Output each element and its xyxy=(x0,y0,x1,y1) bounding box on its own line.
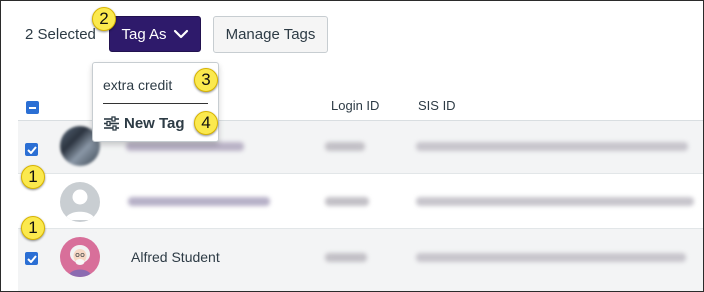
chevron-down-icon xyxy=(173,29,189,39)
menu-divider xyxy=(103,103,208,104)
student-illustration-icon xyxy=(68,245,92,277)
new-tag-label: New Tag xyxy=(124,115,185,132)
redacted-sis-id xyxy=(416,197,694,206)
callout-badge: 2 xyxy=(92,7,116,31)
table-row: Alfred Student xyxy=(18,229,703,291)
redacted-sis-id xyxy=(416,142,688,151)
redacted-sis-id xyxy=(416,253,686,262)
callout-badge: 4 xyxy=(194,111,218,135)
menu-item-new-tag[interactable]: New Tag xyxy=(103,115,185,132)
table-row xyxy=(18,174,703,229)
column-header-sis-id[interactable]: SIS ID xyxy=(418,98,456,113)
menu-item-existing-tag[interactable]: extra credit xyxy=(103,77,172,93)
select-all-checkbox[interactable] xyxy=(26,101,39,114)
student-name-link[interactable]: Alfred Student xyxy=(131,249,220,265)
callout-badge: 1 xyxy=(21,165,45,189)
manage-tags-button[interactable]: Manage Tags xyxy=(213,16,328,53)
student-avatar xyxy=(60,237,100,277)
screenshot-frame: 2 Selected Tag As Manage Tags Login ID S… xyxy=(0,0,704,292)
callout-badge: 1 xyxy=(21,216,45,240)
column-header-login-id[interactable]: Login ID xyxy=(331,98,379,113)
redacted-login-id xyxy=(325,197,369,206)
user-icon xyxy=(65,189,95,220)
row-checkbox[interactable] xyxy=(25,143,38,156)
tag-as-button[interactable]: Tag As xyxy=(109,16,201,52)
tag-as-label: Tag As xyxy=(121,25,167,43)
redacted-name xyxy=(126,142,244,151)
default-user-avatar xyxy=(60,182,100,222)
redacted-login-id xyxy=(325,142,365,151)
selected-count: 2 Selected xyxy=(25,26,96,43)
sliders-icon xyxy=(104,116,119,131)
redacted-login-id xyxy=(325,253,367,262)
callout-badge: 3 xyxy=(194,68,218,92)
row-checkbox[interactable] xyxy=(25,252,38,265)
redacted-name xyxy=(128,197,270,206)
